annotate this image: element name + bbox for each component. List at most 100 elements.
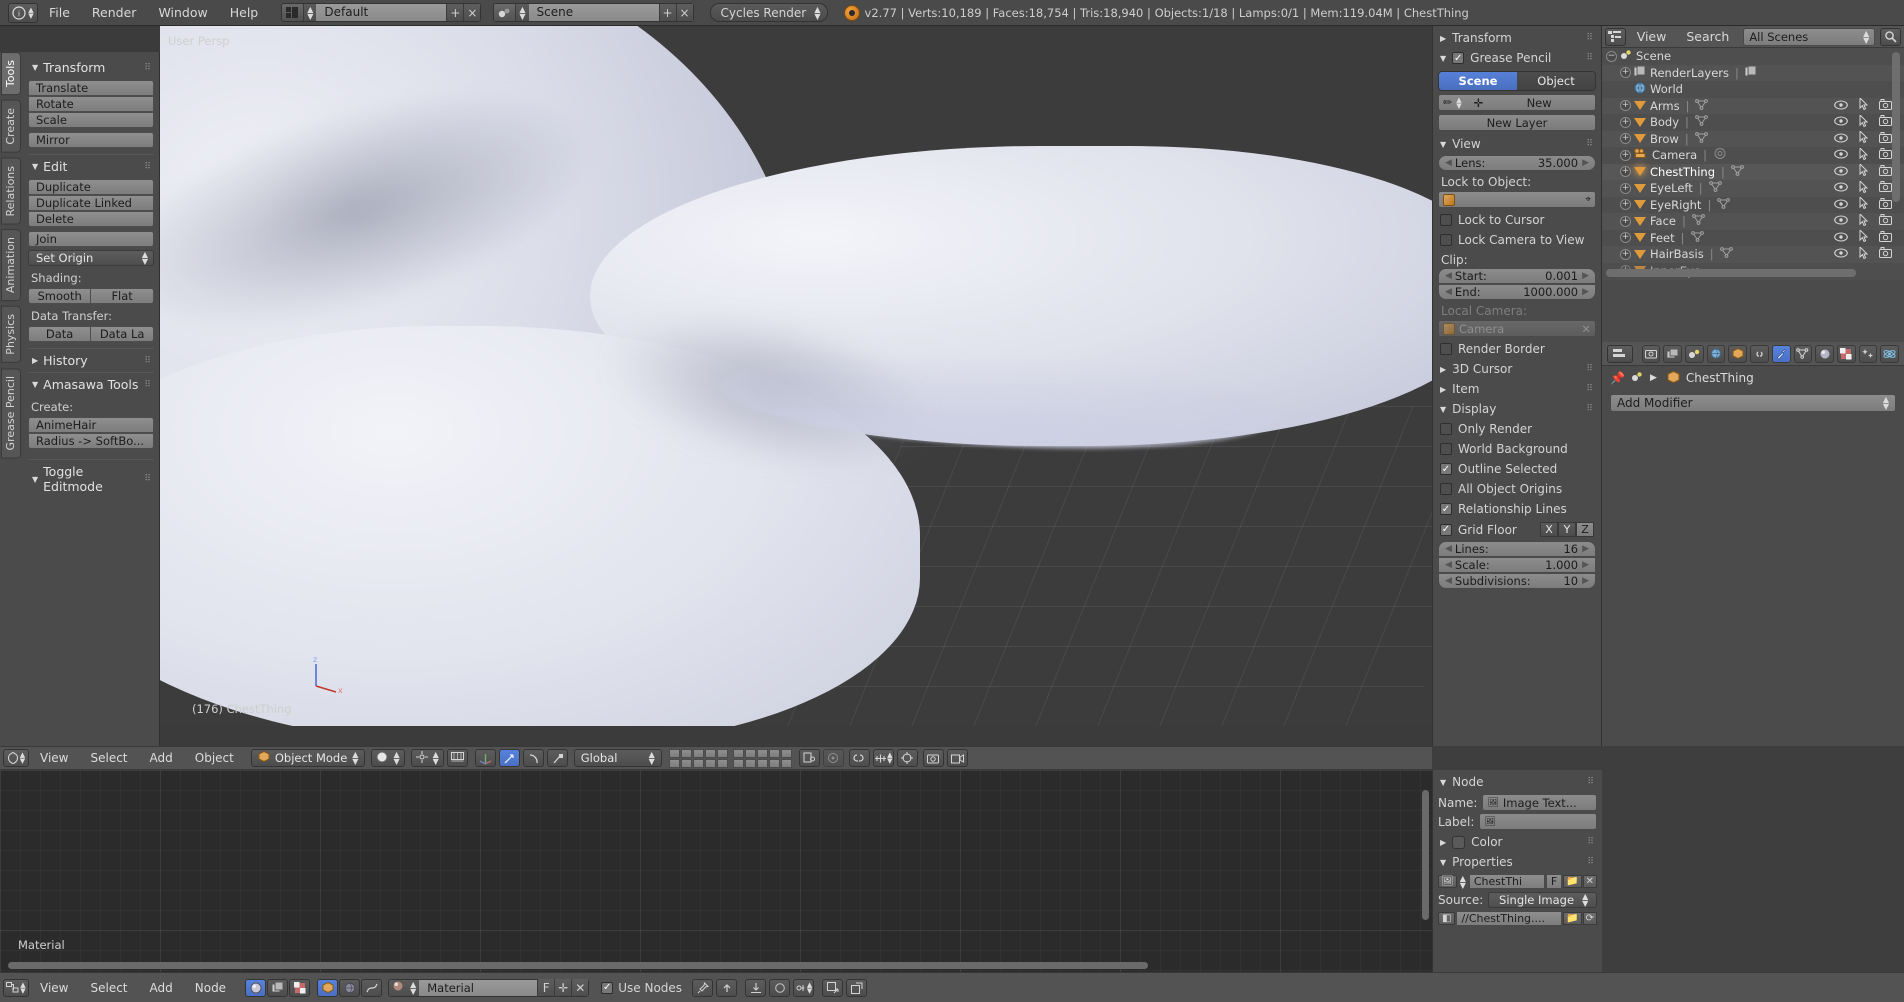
- camera-icon[interactable]: [1879, 197, 1892, 212]
- render-engine-selector[interactable]: Cycles Render ▲ ▼: [709, 3, 828, 22]
- outliner-row-face[interactable]: + Face |: [1602, 212, 1904, 230]
- cursor-arrow-icon[interactable]: [1859, 130, 1869, 146]
- properties-tab-constraints[interactable]: [1750, 344, 1769, 363]
- node-panel-header-color[interactable]: ▶ Color ⠿: [1438, 832, 1597, 852]
- node-menu-select[interactable]: Select: [79, 981, 138, 995]
- grease-pencil-checkbox[interactable]: ✓: [1452, 52, 1465, 64]
- grid-axis-y[interactable]: Y: [1558, 522, 1576, 537]
- node-editor-horizontal-scrollbar[interactable]: [8, 962, 1148, 969]
- viewport-editor-type-icon[interactable]: ▲ ▼: [3, 749, 29, 767]
- snap-during-transform-button[interactable]: [446, 749, 468, 767]
- cursor-arrow-icon[interactable]: [1859, 245, 1869, 262]
- mirror-button[interactable]: Mirror: [28, 132, 154, 148]
- panel-header-transform[interactable]: ▼ Transform ⠿: [28, 56, 154, 79]
- layer-cell[interactable]: [716, 748, 728, 758]
- only-render-row[interactable]: Only Render: [1438, 419, 1596, 439]
- material-add-button[interactable]: ✛: [554, 979, 572, 996]
- duplicate-linked-button[interactable]: Duplicate Linked: [28, 195, 154, 211]
- scale-manipulator-button[interactable]: [546, 749, 568, 767]
- node-fullscreen-button[interactable]: [846, 978, 868, 997]
- node-menu-add[interactable]: Add: [139, 981, 184, 995]
- layer-cell[interactable]: [716, 758, 728, 768]
- use-nodes-row[interactable]: ✓ Use Nodes: [601, 981, 682, 995]
- screen-layout-arrows[interactable]: ▲ ▼: [304, 5, 316, 20]
- eye-icon[interactable]: [1834, 247, 1848, 261]
- lens-value[interactable]: 35.000: [1538, 156, 1578, 170]
- cursor-arrow-icon[interactable]: [1859, 113, 1869, 130]
- lock-to-cursor-row[interactable]: Lock to Cursor: [1438, 210, 1596, 230]
- grid-subdivisions-value[interactable]: 10: [1563, 574, 1578, 588]
- panel-header-amasawa-tools[interactable]: ▼ Amasawa Tools ⠿: [28, 372, 154, 396]
- layer-cell[interactable]: [704, 748, 716, 758]
- properties-tab-particles[interactable]: [1858, 344, 1878, 363]
- image-browse-icon[interactable]: 🖼: [1438, 875, 1457, 888]
- tab-animation[interactable]: Animation: [1, 229, 21, 302]
- gp-object-toggle[interactable]: Object: [1517, 72, 1595, 90]
- grease-pencil-new-row[interactable]: ✏ ▲ ▼ ✛ New: [1438, 94, 1596, 111]
- reload-icon[interactable]: ⟳: [1582, 912, 1597, 925]
- eyedropper-icon[interactable]: ⌖: [1585, 194, 1591, 205]
- radius-softbody-button[interactable]: Radius -> SoftBo...: [28, 433, 154, 449]
- chevron-left-icon[interactable]: ◀: [1445, 287, 1452, 297]
- node-proportional-edit-button[interactable]: [769, 978, 791, 997]
- npanel-header-3d-cursor[interactable]: ▶ 3D Cursor ⠿: [1438, 359, 1596, 379]
- outliner-row-hairbasis[interactable]: + HairBasis |: [1602, 245, 1904, 263]
- chevron-right-icon[interactable]: ▶: [1582, 576, 1589, 586]
- material-unlink-button[interactable]: ✕: [571, 979, 589, 996]
- menu-window[interactable]: Window: [147, 3, 218, 22]
- properties-tab-modifiers[interactable]: [1771, 344, 1791, 363]
- outliner-row-camera[interactable]: + Camera |: [1602, 146, 1904, 164]
- local-camera-field[interactable]: Camera ✕: [1438, 320, 1596, 337]
- chevron-updown-icon[interactable]: ▲ ▼: [1456, 96, 1461, 109]
- tab-physics[interactable]: Physics: [1, 306, 21, 363]
- layer-cell[interactable]: [732, 748, 744, 758]
- viewport-canvas[interactable]: User Persp (176) ChestThing z x: [160, 26, 1432, 726]
- scene-layers-group-2[interactable]: [732, 748, 792, 768]
- join-button[interactable]: Join: [28, 231, 154, 247]
- layer-cell[interactable]: [756, 758, 768, 768]
- lock-camera-to-view-checkbox[interactable]: [1440, 234, 1452, 246]
- data-transfer-datala-button[interactable]: Data La: [91, 326, 154, 342]
- shader-nodes-button[interactable]: [245, 978, 267, 997]
- properties-editor-type-icon[interactable]: [1607, 344, 1633, 363]
- delete-button[interactable]: Delete: [28, 211, 154, 227]
- outline-selected-checkbox[interactable]: ✓: [1440, 463, 1452, 475]
- viewport-menu-view[interactable]: View: [29, 751, 79, 765]
- layer-cell[interactable]: [680, 758, 692, 768]
- clip-start-value[interactable]: 0.001: [1545, 269, 1578, 283]
- scene-selector[interactable]: ▲ ▼ Scene + ×: [493, 3, 694, 22]
- expand-icon[interactable]: +: [1620, 248, 1631, 260]
- node-snap-element-button[interactable]: ▲ ▼: [793, 978, 815, 997]
- expand-icon[interactable]: +: [1620, 100, 1631, 112]
- eye-icon[interactable]: [1834, 214, 1848, 228]
- grid-axis-z[interactable]: Z: [1576, 522, 1594, 537]
- texture-nodes-button[interactable]: [289, 978, 311, 997]
- only-render-checkbox[interactable]: [1440, 423, 1452, 435]
- sync-markers-button[interactable]: ▲ ▼: [872, 749, 894, 767]
- render-border-checkbox[interactable]: [1440, 343, 1452, 355]
- eye-icon[interactable]: [1834, 198, 1848, 212]
- chevron-left-icon[interactable]: ◀: [1445, 560, 1452, 570]
- camera-icon[interactable]: [1879, 164, 1892, 179]
- interaction-mode-selector[interactable]: Object Mode ▲ ▼: [250, 749, 366, 767]
- eye-icon[interactable]: [1834, 99, 1848, 113]
- layer-cell[interactable]: [668, 758, 680, 768]
- expand-icon[interactable]: +: [1620, 215, 1631, 227]
- outliner-search-icon[interactable]: [1880, 27, 1901, 46]
- chevron-updown-icon[interactable]: ▲ ▼: [407, 980, 419, 995]
- tab-create[interactable]: Create: [1, 100, 21, 153]
- image-unlink-icon[interactable]: ✕: [1582, 875, 1597, 888]
- grid-scale-field[interactable]: ◀ Scale: 1.000 ▶: [1438, 557, 1596, 573]
- properties-tab-world[interactable]: [1706, 344, 1726, 363]
- camera-icon[interactable]: [1879, 214, 1892, 228]
- panel-header-history[interactable]: ▶ History ⠿: [28, 348, 154, 372]
- rotate-button[interactable]: Rotate: [28, 96, 154, 112]
- node-menu-view[interactable]: View: [29, 981, 79, 995]
- properties-tab-data[interactable]: [1793, 344, 1813, 363]
- grid-floor-row[interactable]: ✓ Grid Floor X Y Z: [1438, 519, 1596, 540]
- outliner-row-renderlayers[interactable]: + RenderLayers |: [1602, 64, 1904, 81]
- file-browse-icon[interactable]: ◧: [1438, 912, 1456, 925]
- grid-scale-value[interactable]: 1.000: [1545, 558, 1578, 572]
- tab-tools[interactable]: Tools: [1, 52, 21, 96]
- layer-cell[interactable]: [780, 748, 792, 758]
